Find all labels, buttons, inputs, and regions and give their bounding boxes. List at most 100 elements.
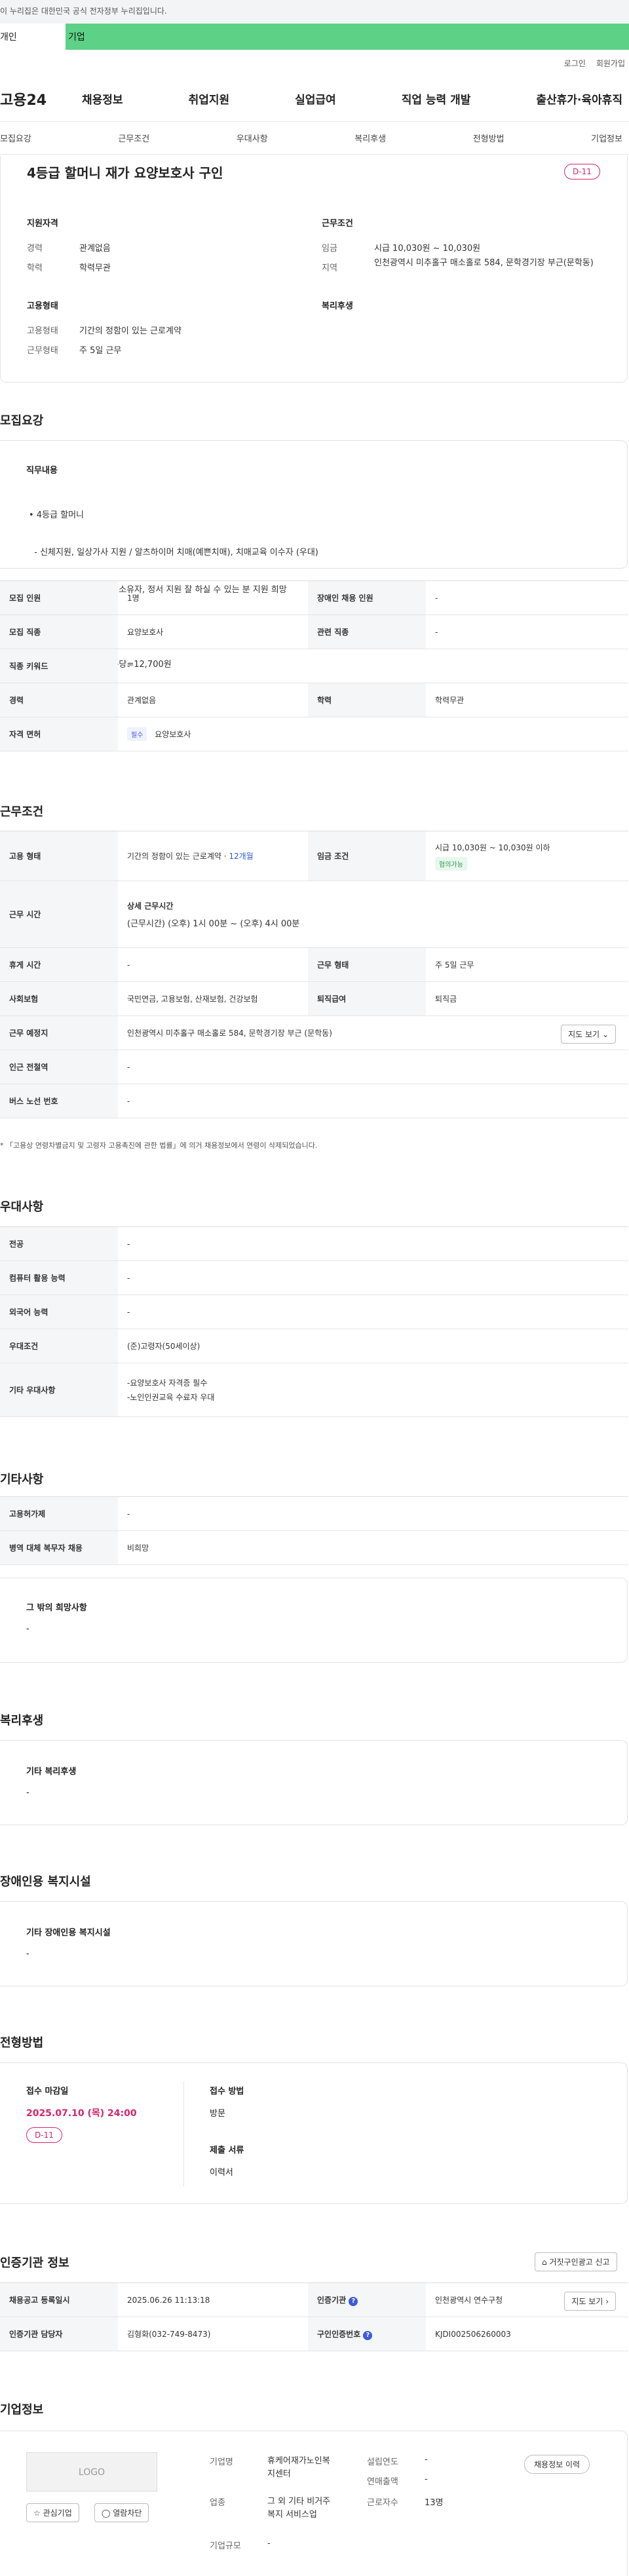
- company-name-line: 휴케어재가노인복: [267, 2456, 330, 2466]
- table-value: 김형화(032-749-8473): [118, 2317, 308, 2351]
- table-label: 관련 직종: [308, 615, 426, 649]
- map-view-label: 지도 보기: [568, 1030, 600, 1039]
- favorite-company-label: 관심기업: [43, 2509, 72, 2518]
- menu-parental-leave[interactable]: 출산휴가·육아휴직: [536, 90, 622, 107]
- table-value: 1명: [118, 580, 308, 615]
- company-card: LOGO ☆ 관심기업 ◯ 열람차단 기업명 휴케어재가노인복 지센터 업종 그…: [0, 2431, 628, 2576]
- table-value: -: [118, 1084, 628, 1118]
- circle-icon: ◯: [102, 2509, 111, 2518]
- contract-period-link[interactable]: 12개월: [229, 852, 253, 861]
- table-label: 모집 직종: [0, 615, 118, 649]
- certification-table: 채용공고 등록일시 2025.06.26 11:13:18 인증기관 ? 인천광…: [0, 2282, 628, 2351]
- job-summary-card: 4등급 할머니 재가 요양보호사 구인 D-11 지원자격 경력 관계없음 학력…: [0, 156, 628, 383]
- government-notice-bar: 이 누리집은 대한민국 공식 전자정부 누리집입니다.: [0, 0, 629, 24]
- table-label: 외국어 능력: [0, 1295, 118, 1329]
- job-cert-number-label-text: 구인인증번호: [317, 2329, 361, 2339]
- table-label: 우대조건: [0, 1329, 118, 1363]
- welfare-box-title: 기타 복리후생: [26, 1767, 77, 1777]
- favorite-company-button[interactable]: ☆ 관심기업: [26, 2503, 79, 2522]
- other-wish-title: 그 밖의 희망사항: [26, 1603, 87, 1613]
- site-logo[interactable]: 고용24: [0, 88, 82, 109]
- company-logo: LOGO: [26, 2452, 157, 2491]
- employment-type-label: 고용형태: [27, 326, 58, 336]
- company-logo-text: LOGO: [78, 2467, 105, 2478]
- deadline-dday-badge: D-11: [26, 2127, 62, 2143]
- table-row: 경력 관계없음 학력 학력무관: [0, 683, 628, 717]
- table-value: -: [426, 580, 628, 615]
- table-value: -: [118, 649, 628, 683]
- welfare-card: 기타 복리후생 -: [0, 1740, 628, 1825]
- qualification-title: 지원자격: [27, 219, 58, 229]
- table-label: 고용허가제: [0, 1496, 118, 1531]
- org-map-view-button[interactable]: 지도 보기 ›: [564, 2292, 616, 2311]
- signup-link[interactable]: 회원가입: [596, 58, 625, 69]
- work-place-value: 인천광역시 미추홀구 매소홀로 584, 문학경기장 부근 (문학동): [127, 1029, 332, 1038]
- table-row: 외국어 능력 -: [0, 1295, 628, 1329]
- license-value: 요양보호사: [155, 730, 191, 739]
- method-label: 접수 방법: [210, 2087, 244, 2096]
- industry-line: 그 외 기타 비거주: [267, 2497, 331, 2507]
- table-value: 퇴직금: [426, 981, 628, 1016]
- subnav-welfare[interactable]: 복리후생: [354, 132, 386, 144]
- disabled-facility-card: 기타 장애인용 복지시설 -: [0, 1901, 628, 1986]
- subnav-preferences[interactable]: 우대사항: [237, 132, 268, 144]
- menu-unemployment-benefit[interactable]: 실업급여: [295, 90, 336, 107]
- table-row: 모집 인원 1명 장애인 채용 인원 -: [0, 580, 628, 615]
- block-view-button[interactable]: ◯ 열람차단: [94, 2503, 149, 2522]
- table-value: 관계없음: [118, 683, 308, 717]
- table-value: 학력무관: [426, 683, 628, 717]
- table-value: -: [118, 1260, 628, 1295]
- subnav-recruit[interactable]: 모집요강: [0, 132, 31, 144]
- help-icon[interactable]: ?: [363, 2330, 373, 2340]
- tab-company[interactable]: 기업: [66, 24, 629, 50]
- etc-section-title: 기타사항: [0, 1473, 44, 1487]
- map-view-button[interactable]: 지도 보기 ⌄: [561, 1025, 616, 1044]
- table-label: 근무 예정지: [0, 1015, 118, 1050]
- disabled-facility-box-value: -: [26, 1949, 29, 1959]
- table-row: 우대조건 (준)고령자(50세이상): [0, 1329, 628, 1363]
- table-row: 휴게 시간 - 근무 형태 주 5일 근무: [0, 947, 628, 982]
- subnav-conditions[interactable]: 근무조건: [118, 132, 149, 144]
- annual-sales-label: 연매출액: [367, 2477, 398, 2487]
- main-menu: 채용정보 취업지원 실업급여 직업 능력 개발 출산휴가·육아휴직: [82, 90, 629, 107]
- company-name-label: 기업명: [210, 2457, 233, 2467]
- selection-divider: [183, 2081, 184, 2186]
- table-value: 주 5일 근무: [426, 947, 628, 982]
- subnav-company[interactable]: 기업정보: [591, 132, 622, 144]
- subnav-selection[interactable]: 전형방법: [473, 132, 505, 144]
- table-value: 비희망: [118, 1530, 628, 1565]
- founded-year-label: 설립연도: [367, 2457, 398, 2467]
- table-label: 경력: [0, 683, 118, 717]
- employee-count-value: 13명: [425, 2498, 444, 2508]
- false-ad-report-button[interactable]: ⌂ 거짓구인광고 신고: [535, 2252, 617, 2271]
- table-label: 휴게 시간: [0, 947, 118, 982]
- selection-section-title: 전형방법: [0, 2036, 44, 2050]
- table-row: 전공 -: [0, 1226, 628, 1261]
- menu-jobs[interactable]: 채용정보: [82, 90, 123, 107]
- recruit-table: 모집 인원 1명 장애인 채용 인원 - 모집 직종 요양보호사 관련 직종 -…: [0, 580, 628, 751]
- table-row: 기타 우대사항 -요양보호사 자격증 필수 -노인인권교육 수료자 우대: [0, 1363, 628, 1417]
- recruit-history-button[interactable]: 채용정보 이력: [524, 2455, 590, 2474]
- tab-individual[interactable]: 개인: [0, 24, 66, 50]
- table-value: 국민연금, 고용보험, 산재보험, 건강보험: [118, 981, 308, 1016]
- menu-employment-support[interactable]: 취업지원: [189, 90, 230, 107]
- chevron-down-icon: ⌄: [601, 1030, 609, 1039]
- wage-value: 시급 10,030원 ~ 10,030원 이하: [435, 843, 550, 852]
- org-map-view-label: 지도 보기: [571, 2297, 603, 2306]
- certification-org-value: 인천광역시 연수구청: [435, 2296, 503, 2305]
- table-value: KJDI002506260003: [426, 2317, 628, 2351]
- certification-section-title: 인증기관 정보: [0, 2256, 69, 2270]
- login-link[interactable]: 로그인: [564, 58, 586, 69]
- user-type-tabs: 개인 기업: [0, 24, 629, 50]
- company-section-title: 기업정보: [0, 2403, 44, 2417]
- work-form-value: 주 5일 근무: [79, 346, 122, 356]
- table-value: (준)고령자(50세이상): [118, 1329, 628, 1363]
- duty-line: - 신체지원, 일상가사 지원 / 알츠하이머 치매(예쁜치매), 치매교육 이…: [29, 548, 318, 558]
- table-row: 자격 면허 필수 요양보호사: [0, 717, 628, 751]
- job-cert-number-label: 구인인증번호 ?: [308, 2317, 426, 2351]
- etc-table: 고용허가제 - 병역 대체 복무자 채용 비희망: [0, 1496, 628, 1565]
- help-icon[interactable]: ?: [349, 2296, 358, 2306]
- menu-vocational-training[interactable]: 직업 능력 개발: [402, 90, 471, 107]
- table-label: 직종 키워드: [0, 649, 118, 683]
- table-row: 고용 형태 기간의 정함이 있는 근로계약 · 12개월 임금 조건 시급 10…: [0, 831, 628, 881]
